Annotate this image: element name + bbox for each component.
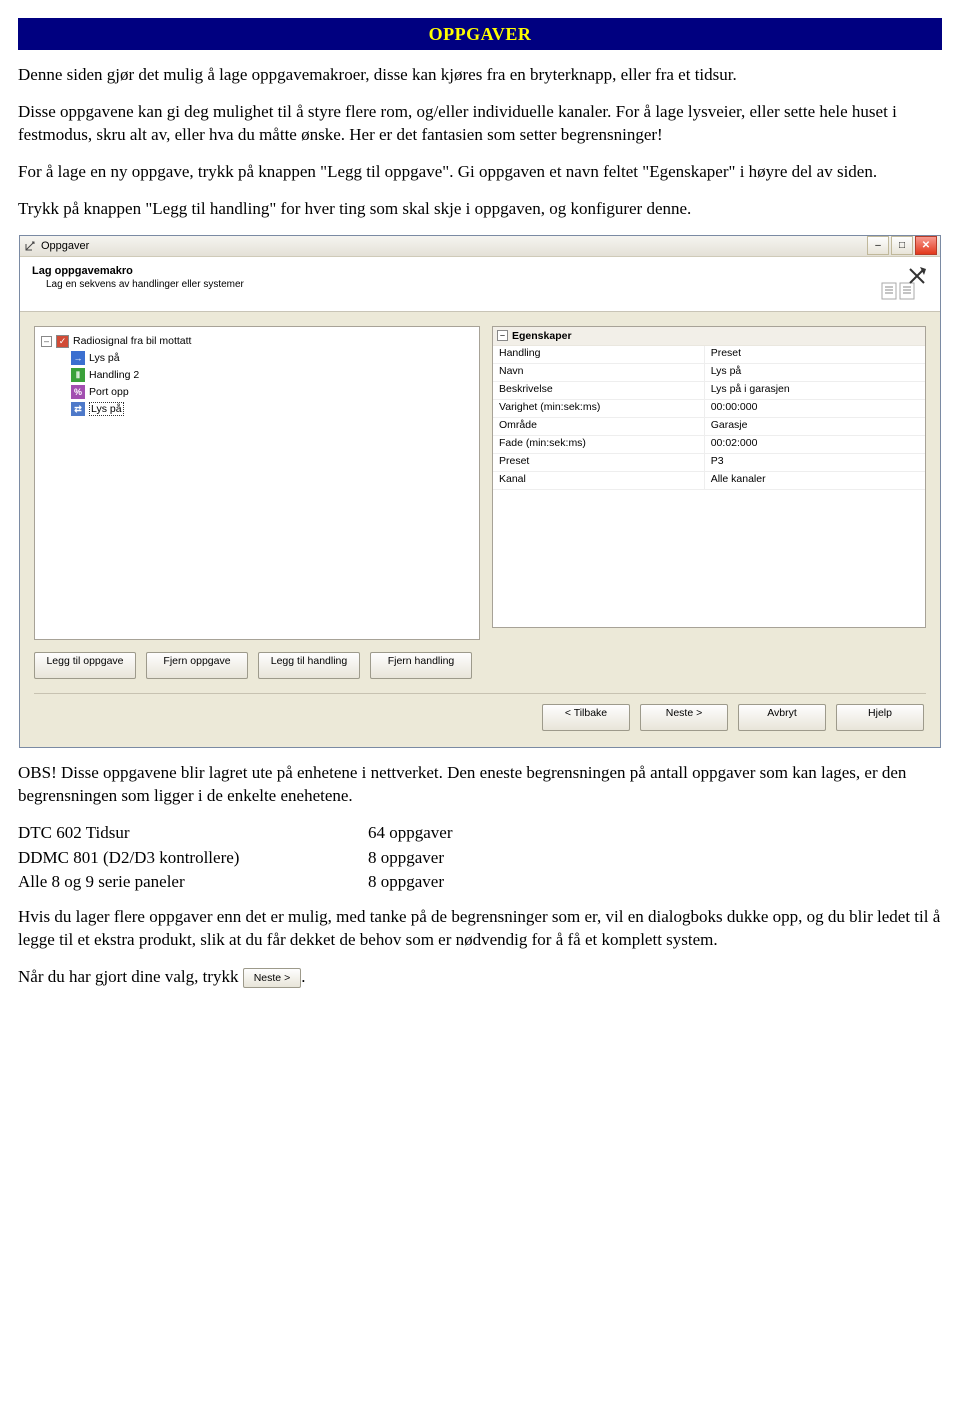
property-value[interactable]: 00:02:000 [705, 436, 925, 453]
property-row[interactable]: Beskrivelse Lys på i garasjen [493, 382, 925, 400]
back-button[interactable]: < Tilbake [542, 704, 630, 731]
limits-row: Alle 8 og 9 serie paneler 8 oppgaver [18, 871, 453, 896]
tree-root-label: Radiosignal fra bil mottatt [73, 335, 191, 347]
properties-panel: – Egenskaper Handling Preset Navn Lys på… [492, 326, 926, 628]
property-row[interactable]: Navn Lys på [493, 364, 925, 382]
property-key: Handling [493, 346, 705, 363]
tasks-dialog: Oppgaver – □ ✕ Lag oppgavemakro Lag en s… [19, 235, 941, 748]
property-key: Fade (min:sek:ms) [493, 436, 705, 453]
limit-value: 8 oppgaver [368, 871, 453, 896]
limits-table: DTC 602 Tidsur 64 oppgaver DDMC 801 (D2/… [18, 822, 453, 897]
remove-task-button[interactable]: Fjern oppgave [146, 652, 248, 679]
remove-action-button[interactable]: Fjern handling [370, 652, 472, 679]
collapse-icon[interactable]: – [497, 330, 508, 341]
property-key: Preset [493, 454, 705, 471]
tree-item-label: Lys på [89, 352, 120, 364]
property-value[interactable]: Preset [705, 346, 925, 363]
tree-item-label: Lys på [89, 402, 124, 416]
help-button[interactable]: Hjelp [836, 704, 924, 731]
tree-item-label: Handling 2 [89, 369, 139, 381]
collapse-icon[interactable]: – [41, 336, 52, 347]
arrow-icon: → [71, 351, 85, 365]
add-action-button[interactable]: Legg til handling [258, 652, 360, 679]
intro-para-2: Disse oppgavene kan gi deg mulighet til … [18, 101, 942, 147]
final-prefix: Når du har gjort dine valg, trykk [18, 967, 238, 986]
property-row[interactable]: Varighet (min:sek:ms) 00:00:000 [493, 400, 925, 418]
property-row[interactable]: Fade (min:sek:ms) 00:02:000 [493, 436, 925, 454]
property-key: Kanal [493, 472, 705, 489]
separator [34, 693, 926, 694]
wizard-title: Lag oppgavemakro [32, 265, 880, 277]
property-value[interactable]: Alle kanaler [705, 472, 925, 489]
intro-para-4: Trykk på knappen "Legg til handling" for… [18, 198, 942, 221]
property-value[interactable]: Lys på [705, 364, 925, 381]
property-key: Varighet (min:sek:ms) [493, 400, 705, 417]
minimize-button[interactable]: – [867, 236, 889, 255]
window-title: Oppgaver [41, 240, 89, 252]
wizard-subtitle: Lag en sekvens av handlinger eller syste… [46, 279, 880, 290]
next-button[interactable]: Neste > [640, 704, 728, 731]
tree-item-label: Port opp [89, 386, 129, 398]
titlebar[interactable]: Oppgaver – □ ✕ [20, 236, 940, 257]
pause-icon: Ⅱ [71, 368, 85, 382]
properties-grid: Handling Preset Navn Lys på Beskrivelse … [493, 346, 925, 490]
page-title: OPPGAVER [429, 24, 532, 44]
tree-item-selected[interactable]: ⇄ Lys på [71, 401, 473, 418]
limits-row: DDMC 801 (D2/D3 kontrollere) 8 oppgaver [18, 847, 453, 872]
property-row[interactable]: Kanal Alle kanaler [493, 472, 925, 490]
limit-name: Alle 8 og 9 serie paneler [18, 871, 368, 896]
wizard-header: Lag oppgavemakro Lag en sekvens av handl… [20, 257, 940, 312]
close-button[interactable]: ✕ [915, 236, 937, 255]
limit-value: 8 oppgaver [368, 847, 453, 872]
limits-row: DTC 602 Tidsur 64 oppgaver [18, 822, 453, 847]
intro-block: Denne siden gjør det mulig å lage oppgav… [18, 64, 942, 221]
cancel-button[interactable]: Avbryt [738, 704, 826, 731]
inline-next-button[interactable]: Neste > [243, 968, 301, 988]
tree-item[interactable]: % Port opp [71, 384, 473, 401]
properties-header[interactable]: – Egenskaper [493, 327, 925, 346]
percent-icon: % [71, 385, 85, 399]
intro-para-3: For å lage en ny oppgave, trykk på knapp… [18, 161, 942, 184]
arrow-icon: ⇄ [71, 402, 85, 416]
property-key: Beskrivelse [493, 382, 705, 399]
property-key: Navn [493, 364, 705, 381]
limit-value: 64 oppgaver [368, 822, 453, 847]
property-value[interactable]: 00:00:000 [705, 400, 925, 417]
final-suffix: . [301, 967, 305, 986]
properties-header-label: Egenskaper [512, 330, 572, 342]
checkbox-icon[interactable]: ✓ [56, 335, 69, 348]
limit-name: DDMC 801 (D2/D3 kontrollere) [18, 847, 368, 872]
property-value[interactable]: Lys på i garasjen [705, 382, 925, 399]
obs-paragraph: OBS! Disse oppgavene blir lagret ute på … [18, 762, 942, 808]
tree-item[interactable]: → Lys på [71, 350, 473, 367]
add-task-button[interactable]: Legg til oppgave [34, 652, 136, 679]
page-title-bar: OPPGAVER [18, 18, 942, 50]
intro-para-1: Denne siden gjør det mulig å lage oppgav… [18, 64, 942, 87]
tree-item[interactable]: Ⅱ Handling 2 [71, 367, 473, 384]
property-row[interactable]: Område Garasje [493, 418, 925, 436]
final-line: Når du har gjort dine valg, trykk Neste … [18, 966, 942, 989]
task-tree-panel: – ✓ Radiosignal fra bil mottatt → Lys på… [34, 326, 480, 640]
property-value[interactable]: P3 [705, 454, 925, 471]
maximize-button[interactable]: □ [891, 236, 913, 255]
limit-name: DTC 602 Tidsur [18, 822, 368, 847]
property-value[interactable]: Garasje [705, 418, 925, 435]
notes-block: OBS! Disse oppgavene blir lagret ute på … [18, 762, 942, 990]
window-app-icon [23, 239, 37, 253]
property-row[interactable]: Handling Preset [493, 346, 925, 364]
wizard-icon [880, 265, 928, 305]
warning-paragraph: Hvis du lager flere oppgaver enn det er … [18, 906, 942, 952]
tree-root-item[interactable]: – ✓ Radiosignal fra bil mottatt [41, 333, 473, 350]
property-row[interactable]: Preset P3 [493, 454, 925, 472]
property-key: Område [493, 418, 705, 435]
